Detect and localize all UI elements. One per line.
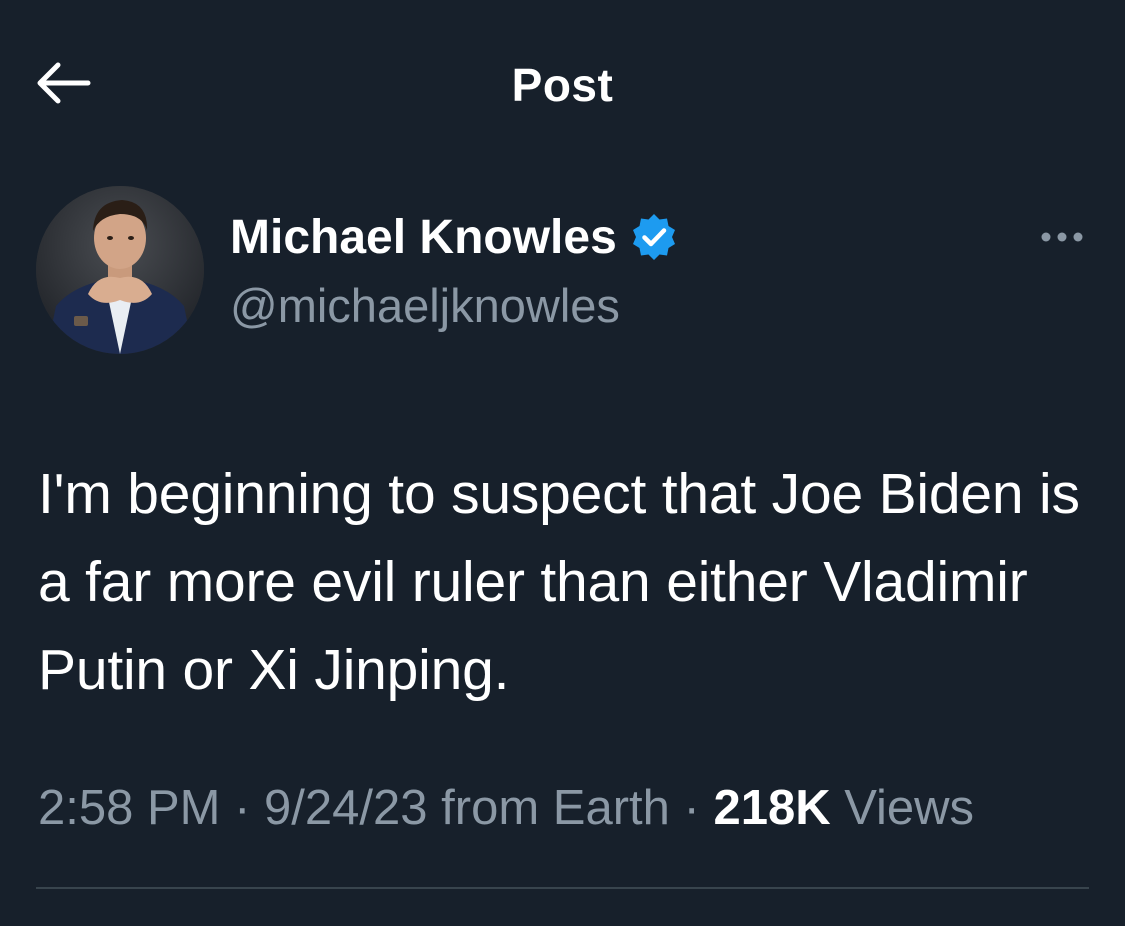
separator-dot: · [683, 781, 714, 835]
divider [36, 887, 1089, 889]
views-label[interactable]: Views [844, 781, 974, 835]
profile-photo [36, 186, 204, 354]
author-name[interactable]: Michael Knowles [230, 210, 617, 265]
post-meta: 2:58 PM · 9/24/23 from Earth · 218K View… [38, 780, 974, 836]
more-options-button[interactable] [1036, 222, 1088, 252]
page-title: Post [511, 59, 614, 111]
post-time[interactable]: 2:58 PM [38, 781, 220, 835]
post-date[interactable]: 9/24/23 [264, 781, 428, 835]
separator-dot: · [234, 781, 265, 835]
author-name-row[interactable]: Michael Knowles [230, 205, 679, 269]
top-bar: Post [0, 0, 1125, 170]
post-source: from Earth [441, 781, 670, 835]
avatar[interactable] [36, 186, 204, 354]
post-text: I'm beginning to suspect that Joe Biden … [38, 462, 1080, 702]
more-horizontal-icon [1041, 232, 1083, 242]
verified-badge-icon[interactable] [629, 212, 679, 262]
views-count[interactable]: 218K [713, 781, 830, 835]
author-handle[interactable]: @michaeljknowles [230, 278, 620, 333]
